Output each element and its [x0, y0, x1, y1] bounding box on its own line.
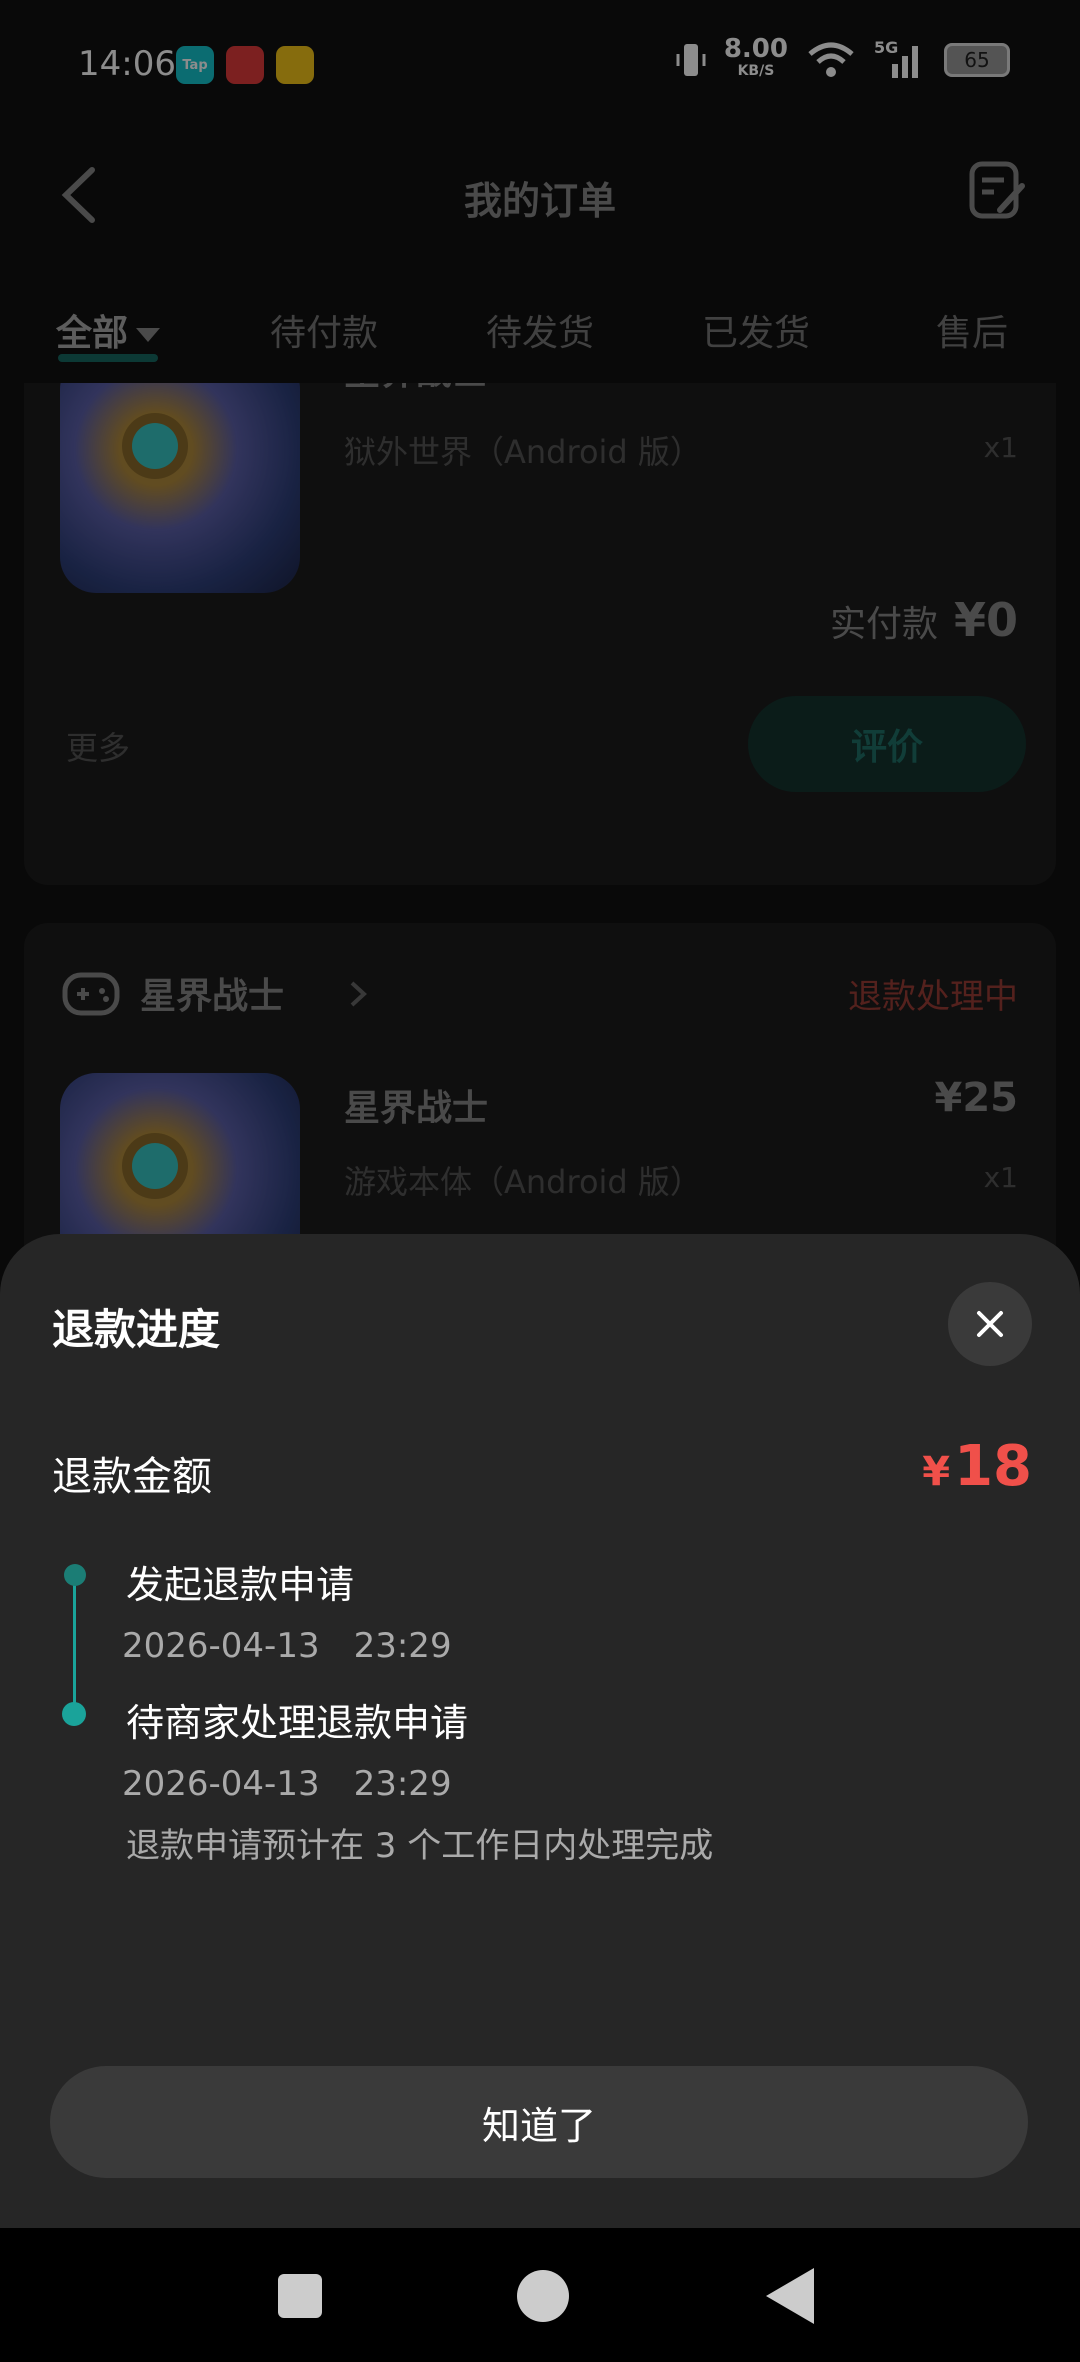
- refund-amount-label: 退款金额: [52, 1454, 212, 1500]
- got-it-button[interactable]: 知道了: [50, 2066, 1028, 2178]
- step-time: 2026-04-13 23:29: [122, 1626, 452, 1666]
- step-note: 退款申请预计在 3 个工作日内处理完成: [126, 1826, 714, 1866]
- close-button[interactable]: [948, 1282, 1032, 1366]
- back-button[interactable]: [766, 2268, 814, 2324]
- step-time: 2026-04-13 23:29: [122, 1764, 452, 1804]
- recents-button[interactable]: [278, 2274, 322, 2318]
- refund-amount-value: ¥18: [922, 1434, 1032, 1499]
- close-icon: [977, 1311, 1003, 1337]
- step-title: 待商家处理退款申请: [126, 1701, 469, 1745]
- step-title: 发起退款申请: [126, 1563, 355, 1607]
- sheet-title: 退款进度: [52, 1305, 221, 1354]
- orders-screen: 14:06 Tap 8.00 KB/S 5G 65 我的订单 全部 待付款 待发货…: [0, 0, 1080, 2362]
- timeline-dot: [64, 1564, 86, 1586]
- refund-progress-sheet: 退款进度 退款金额 ¥18 发起退款申请 2026-04-13 23:29 待商…: [0, 1234, 1080, 2228]
- system-nav-bar: [0, 2228, 1080, 2362]
- home-button[interactable]: [517, 2270, 569, 2322]
- timeline-dot-active: [62, 1702, 86, 1726]
